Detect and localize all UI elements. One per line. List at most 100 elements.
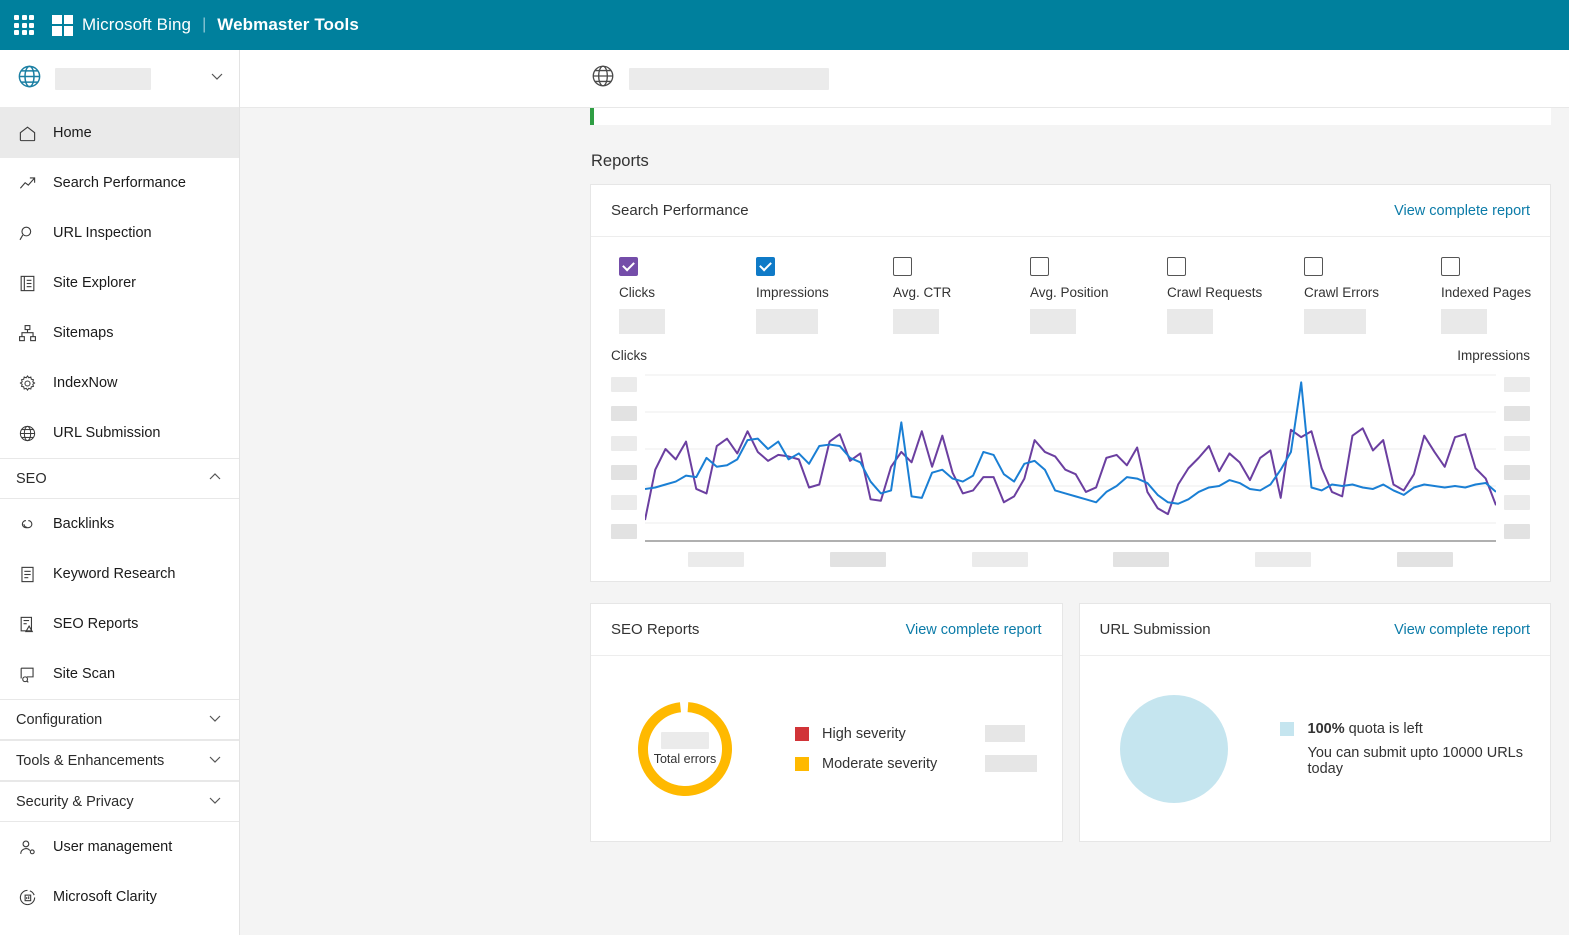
sidebar-item-label: Search Performance — [53, 175, 186, 191]
globe-icon — [590, 63, 616, 94]
globe-icon — [16, 63, 43, 95]
checkbox-crawl-errors[interactable] — [1304, 257, 1323, 276]
card-header: Search Performance View complete report — [591, 185, 1550, 237]
view-complete-report-link[interactable]: View complete report — [906, 622, 1042, 638]
main-region: Your profile is 20% complete. Update you… — [240, 50, 1569, 935]
donut-caption: Total errors — [653, 751, 717, 766]
sidebar-item-url-submission[interactable]: URL Submission — [0, 408, 239, 458]
metric-toggle-avg-position[interactable]: Avg. Position — [1002, 257, 1139, 334]
checkbox-avg-position[interactable] — [1030, 257, 1049, 276]
card-header: SEO Reports View complete report — [591, 604, 1062, 656]
metric-label: Indexed Pages — [1441, 285, 1532, 300]
sidebar-item-label: Backlinks — [53, 516, 115, 532]
card-body: 100% quota is left You can submit upto 1… — [1080, 656, 1551, 841]
total-errors-donut-chart: Total errors — [635, 699, 735, 799]
chevron-down-icon[interactable] — [207, 751, 223, 771]
sidebar-item-user-management[interactable]: User management — [0, 822, 239, 872]
product-name: Webmaster Tools — [217, 15, 359, 34]
search-performance-card: Search Performance View complete report … — [590, 184, 1551, 582]
sidebar-item-sitemaps[interactable]: Sitemaps — [0, 308, 239, 358]
current-site-url — [629, 67, 829, 90]
quota-subtext: You can submit upto 10000 URLs today — [1307, 744, 1524, 777]
page-title: Reports — [591, 152, 649, 170]
brand-name: Microsoft Bing — [82, 15, 192, 34]
view-complete-report-link[interactable]: View complete report — [1394, 622, 1530, 638]
checkbox-indexed-pages[interactable] — [1441, 257, 1460, 276]
search-performance-chart: Clicks Impressions — [591, 342, 1550, 581]
quota-info: 100% quota is left You can submit upto 1… — [1279, 721, 1529, 777]
app-launcher-icon[interactable] — [14, 15, 34, 35]
url-submission-card: URL Submission View complete report 100%… — [1078, 603, 1551, 842]
brand-separator: | — [202, 16, 207, 33]
sidebar-item-seo-reports[interactable]: SEO Reports — [0, 599, 239, 649]
legend-label: Moderate severity — [822, 755, 938, 772]
metric-toggle-crawl-errors[interactable]: Crawl Errors — [1276, 257, 1413, 334]
sidebar-group-security-privacy[interactable]: Security & Privacy — [0, 781, 239, 822]
seo-reports-card: SEO Reports View complete report Total e… — [590, 603, 1063, 842]
sidebar-group-label: Tools & Enhancements — [16, 752, 165, 769]
sidebar-item-home[interactable]: Home — [0, 108, 239, 158]
metric-toggle-clicks[interactable]: Clicks — [591, 257, 728, 334]
chart-x-axis-labels — [645, 543, 1496, 567]
quota-suffix: quota is left — [1344, 720, 1423, 737]
chart-y-axis-left-labels — [611, 371, 645, 543]
magnifier-icon — [16, 222, 38, 244]
chevron-down-icon[interactable] — [209, 68, 225, 89]
sidebar-item-backlinks[interactable]: Backlinks — [0, 499, 239, 549]
sidebar-group-label: Security & Privacy — [16, 793, 134, 810]
sidebar-item-keyword-research[interactable]: Keyword Research — [0, 549, 239, 599]
sidebar-item-search-performance[interactable]: Search Performance — [0, 158, 239, 208]
sidebar-item-indexnow[interactable]: IndexNow — [0, 358, 239, 408]
severity-legend: High severity Moderate severity — [795, 725, 1037, 772]
metric-toggle-impressions[interactable]: Impressions — [728, 257, 865, 334]
sidebar-group-seo[interactable]: SEO — [0, 458, 239, 499]
metric-value-redacted — [893, 309, 939, 334]
chevron-up-icon[interactable] — [207, 469, 223, 489]
sidebar-item-label: Microsoft Clarity — [53, 889, 157, 905]
quota-pie-chart — [1119, 694, 1228, 803]
metric-label: Impressions — [756, 285, 829, 300]
sitemap-icon — [16, 322, 38, 344]
sidebar-item-label: URL Inspection — [53, 225, 152, 241]
metric-label: Avg. Position — [1030, 285, 1109, 300]
trending-up-icon — [16, 172, 38, 194]
metric-toggle-crawl-requests[interactable]: Crawl Requests — [1139, 257, 1276, 334]
metric-toggle-strip: Clicks Impressions Avg. CTR Avg. Positio… — [591, 237, 1550, 342]
sidebar-group-configuration[interactable]: Configuration — [0, 699, 239, 740]
chart-right-axis-title: Impressions — [1457, 348, 1530, 363]
bottom-cards-row: SEO Reports View complete report Total e… — [590, 603, 1551, 842]
sidebar: Home Search Performance URL Inspection S… — [0, 50, 240, 935]
checkbox-clicks[interactable] — [619, 257, 638, 276]
site-selector[interactable] — [0, 50, 239, 108]
sidebar-item-microsoft-clarity[interactable]: Microsoft Clarity — [0, 872, 239, 922]
quota-percent: 100% — [1307, 720, 1345, 737]
user-settings-icon — [16, 836, 38, 858]
checkbox-avg-ctr[interactable] — [893, 257, 912, 276]
sidebar-item-label: Sitemaps — [53, 325, 114, 341]
checkbox-crawl-requests[interactable] — [1167, 257, 1186, 276]
moderate-severity-swatch — [795, 756, 809, 771]
card-body: Total errors High severity Moderate seve… — [591, 656, 1062, 841]
sidebar-item-site-scan[interactable]: Site Scan — [0, 649, 239, 699]
metric-toggle-avg-ctr[interactable]: Avg. CTR — [865, 257, 1002, 334]
sidebar-group-tools-enhancements[interactable]: Tools & Enhancements — [0, 740, 239, 781]
main-header — [240, 50, 1569, 108]
sidebar-group-label: SEO — [16, 470, 47, 487]
chevron-down-icon[interactable] — [207, 710, 223, 730]
checkbox-impressions[interactable] — [756, 257, 775, 276]
sidebar-item-url-inspection[interactable]: URL Inspection — [0, 208, 239, 258]
quota-headline: 100% quota is left — [1308, 721, 1423, 737]
link-icon — [16, 513, 38, 535]
sidebar-item-label: Home — [53, 125, 92, 141]
sidebar-group-label: Configuration — [16, 711, 103, 728]
sidebar-item-label: SEO Reports — [53, 616, 139, 632]
view-complete-report-link[interactable]: View complete report — [1394, 203, 1530, 219]
chart-y-axis-right-labels — [1496, 371, 1530, 543]
high-severity-count-redacted — [985, 725, 1025, 742]
chevron-down-icon[interactable] — [207, 792, 223, 812]
profile-completion-banner: Your profile is 20% complete. Update you… — [590, 108, 1551, 125]
card-title: URL Submission — [1099, 621, 1211, 638]
metric-toggle-indexed-pages[interactable]: Indexed Pages — [1413, 257, 1550, 334]
sidebar-item-site-explorer[interactable]: Site Explorer — [0, 258, 239, 308]
quota-swatch — [1279, 721, 1294, 736]
